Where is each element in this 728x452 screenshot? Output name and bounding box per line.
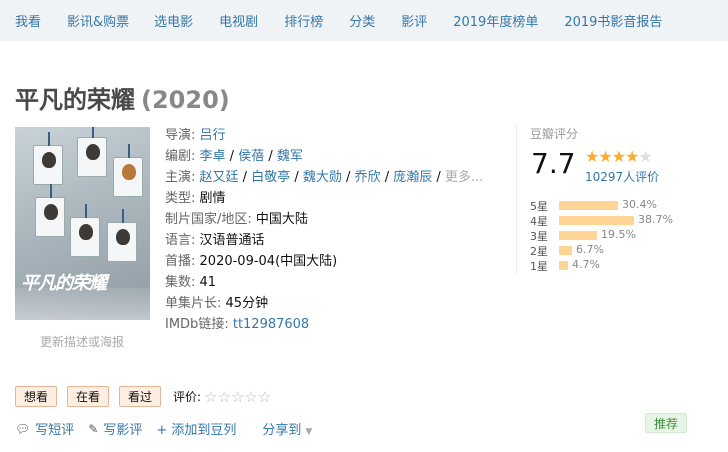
cast-link[interactable]: 庞瀚辰 <box>393 170 432 185</box>
poster-badge <box>107 209 137 262</box>
cast-more-link[interactable]: 更多... <box>445 170 483 185</box>
writer-link[interactable]: 魏军 <box>277 149 303 164</box>
nav-item-charts[interactable]: 排行榜 <box>284 11 323 30</box>
poster-badge <box>33 132 63 185</box>
share-dropdown[interactable]: 分享到 ▼ <box>262 419 312 438</box>
writer-link[interactable]: 侯蓓 <box>238 149 264 164</box>
poster-badge <box>77 127 107 177</box>
pencil-icon: ✎ <box>88 421 99 436</box>
dist-bar <box>559 261 568 270</box>
episodes-value: 41 <box>199 275 217 290</box>
write-review-link[interactable]: ✎ 写影评 <box>88 419 142 439</box>
watched-button[interactable]: 看过 <box>119 386 162 407</box>
writer-link[interactable]: 李卓 <box>200 149 226 164</box>
top-nav: 我看 影讯&购票 选电影 电视剧 排行榜 分类 影评 2019年度榜单 2019… <box>0 0 728 41</box>
director-row: 导演: 吕行 <box>165 128 226 143</box>
votes-link[interactable]: 10297人评价 <box>585 168 659 185</box>
dist-bar <box>559 201 618 210</box>
episodes-row: 集数: 41 <box>165 275 217 290</box>
cast-row: 主演: 赵又廷 / 白敬亭 / 魏大勋 / 乔欣 / 庞瀚辰 / 更多... <box>165 170 484 185</box>
cast-link[interactable]: 乔欣 <box>355 170 381 185</box>
star-icon: ★ <box>625 147 639 166</box>
update-poster-link[interactable]: 更新描述或海报 <box>40 333 124 350</box>
dist-bar <box>559 246 572 255</box>
premiere-row: 首播: 2020-09-04(中国大陆) <box>165 254 338 269</box>
nav-item-categories[interactable]: 分类 <box>349 11 375 30</box>
show-year: (2020) <box>141 86 230 114</box>
nav-item-annual-list[interactable]: 2019年度榜单 <box>453 11 538 30</box>
imdb-row: IMDb链接: tt12987608 <box>165 317 310 332</box>
rating-score: 7.7 <box>531 147 576 180</box>
star-icon: ★ <box>611 147 626 166</box>
cast-link[interactable]: 魏大勋 <box>303 170 342 185</box>
comment-icon: 💬︎ <box>15 421 31 436</box>
star-icon: ★ <box>585 147 599 166</box>
language-row: 语言: 汉语普通话 <box>165 233 265 248</box>
dist-bar <box>559 216 634 225</box>
genre-row: 类型: 剧情 <box>165 191 226 206</box>
want-button[interactable]: 想看 <box>15 386 58 407</box>
nav-item-movies[interactable]: 选电影 <box>154 11 193 30</box>
recommend-button[interactable]: 推荐 <box>645 413 688 433</box>
nav-item-tv[interactable]: 电视剧 <box>219 11 258 30</box>
genre-value: 剧情 <box>199 191 226 206</box>
nav-item-annual-report[interactable]: 2019书影音报告 <box>564 11 662 30</box>
nav-item-tickets[interactable]: 影讯&购票 <box>67 11 129 30</box>
nav-item-mine[interactable]: 我看 <box>15 11 41 30</box>
poster-badge <box>113 144 143 197</box>
info-block: 导演: 吕行 编剧: 李卓 / 侯蓓 / 魏军 主演: 赵又廷 / 白敬亭 / … <box>165 125 483 335</box>
nav-item-reviews[interactable]: 影评 <box>401 11 427 30</box>
imdb-link[interactable]: tt12987608 <box>233 317 309 332</box>
country-value: 中国大陆 <box>255 212 308 227</box>
poster-badge <box>70 204 100 257</box>
rating-divider <box>516 124 517 274</box>
rate-stars-input[interactable]: ☆☆☆☆☆ <box>204 388 271 406</box>
write-short-review-link[interactable]: 💬︎ 写短评 <box>15 419 74 439</box>
caret-down-icon: ▼ <box>305 427 313 437</box>
country-row: 制片国家/地区: 中国大陆 <box>165 212 308 227</box>
runtime-row: 单集片长: 45分钟 <box>165 296 269 311</box>
poster-image[interactable]: 平凡的荣耀 <box>15 127 150 320</box>
director-link[interactable]: 吕行 <box>200 128 226 143</box>
runtime-value: 45分钟 <box>225 296 269 311</box>
show-name: 平凡的荣耀 <box>15 86 135 114</box>
dist-bar <box>559 231 597 240</box>
action-bar: 想看 在看 看过 评价: ☆☆☆☆☆ <box>15 386 271 407</box>
star-empty-icon: ★ <box>638 147 652 166</box>
language-value: 汉语普通话 <box>199 233 265 248</box>
page-title: 平凡的荣耀 (2020) <box>15 80 230 115</box>
watching-button[interactable]: 在看 <box>67 386 110 407</box>
cast-link[interactable]: 白敬亭 <box>251 170 290 185</box>
add-doulist-link[interactable]: + 添加到豆列 <box>156 419 236 438</box>
premiere-value: 2020-09-04(中国大陆) <box>199 254 338 269</box>
rating-label: 豆瓣评分 <box>530 127 579 141</box>
bottom-links: 💬︎ 写短评 ✎ 写影评 + 添加到豆列 分享到 ▼ <box>15 419 312 439</box>
poster-badge <box>35 184 65 237</box>
rating-stars: ★★★★★ <box>585 147 653 166</box>
writer-row: 编剧: 李卓 / 侯蓓 / 魏军 <box>165 149 303 164</box>
poster-title: 平凡的荣耀 <box>21 273 107 294</box>
cast-link[interactable]: 赵又廷 <box>200 170 239 185</box>
rate-label: 评价: <box>173 390 202 404</box>
star-icon: ★ <box>598 147 612 166</box>
